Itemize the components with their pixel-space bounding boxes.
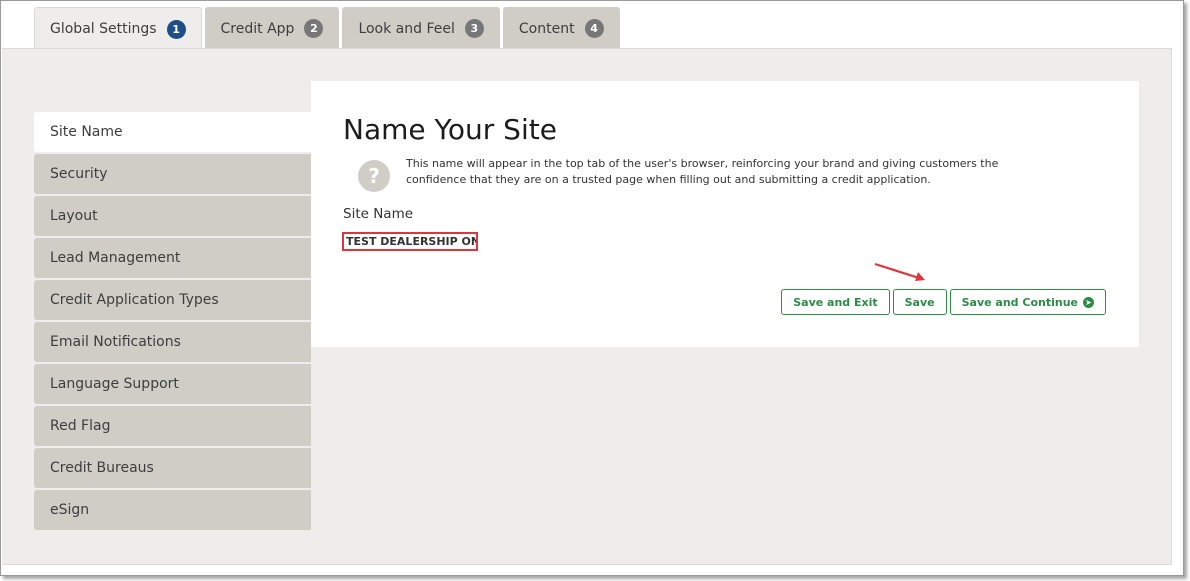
tab-content[interactable]: Content 4	[502, 7, 620, 49]
tab-credit-app[interactable]: Credit App 2	[204, 7, 340, 49]
button-label: Save and Continue	[961, 295, 1078, 309]
sidebar-item-red-flag[interactable]: Red Flag	[34, 406, 311, 446]
question-circle-icon: ?	[358, 160, 390, 192]
sidebar-item-email-notifications[interactable]: Email Notifications	[34, 322, 311, 362]
sidebar: Site Name Security Layout Lead Managemen…	[34, 112, 311, 532]
tab-step-badge: 2	[304, 19, 324, 38]
tab-label: Credit App	[220, 20, 295, 37]
action-buttons: Save and Exit Save Save and Continue ➤	[781, 289, 1106, 315]
help-text: This name will appear in the top tab of …	[406, 157, 999, 186]
button-label: Save and Exit	[793, 295, 878, 309]
sidebar-item-lead-management[interactable]: Lead Management	[34, 238, 311, 278]
tab-label: Global Settings	[50, 21, 157, 37]
site-name-input[interactable]: TEST DEALERSHIP ONLY W	[342, 232, 478, 251]
tab-step-badge: 1	[166, 19, 186, 39]
tab-step-badge: 3	[464, 19, 484, 38]
tab-label: Look and Feel	[358, 20, 455, 37]
sidebar-item-credit-application-types[interactable]: Credit Application Types	[34, 280, 311, 320]
content-card: Name Your Site ? This name will appear i…	[311, 81, 1139, 347]
top-tabs: Global Settings 1 Credit App 2 Look and …	[34, 7, 620, 50]
button-label: Save	[904, 295, 935, 309]
tab-global-settings[interactable]: Global Settings 1	[34, 7, 202, 50]
sidebar-item-security[interactable]: Security	[34, 154, 311, 194]
tab-label: Content	[518, 20, 575, 37]
sidebar-item-layout[interactable]: Layout	[34, 196, 311, 236]
save-button[interactable]: Save	[892, 289, 947, 315]
sidebar-item-esign[interactable]: eSign	[34, 490, 311, 530]
sidebar-item-credit-bureaus[interactable]: Credit Bureaus	[34, 448, 311, 488]
window-frame: Global Settings 1 Credit App 2 Look and …	[0, 0, 1184, 576]
save-and-exit-button[interactable]: Save and Exit	[781, 289, 890, 315]
arrow-right-circle-icon: ➤	[1083, 296, 1094, 308]
site-name-label: Site Name	[343, 206, 414, 222]
sidebar-item-language-support[interactable]: Language Support	[34, 364, 311, 404]
sidebar-item-site-name[interactable]: Site Name	[34, 112, 311, 152]
tab-look-and-feel[interactable]: Look and Feel 3	[342, 7, 500, 49]
save-and-continue-button[interactable]: Save and Continue ➤	[949, 289, 1106, 315]
annotation-arrow-icon	[874, 262, 925, 281]
page-title: Name Your Site	[343, 113, 557, 146]
tab-step-badge: 4	[584, 19, 604, 38]
